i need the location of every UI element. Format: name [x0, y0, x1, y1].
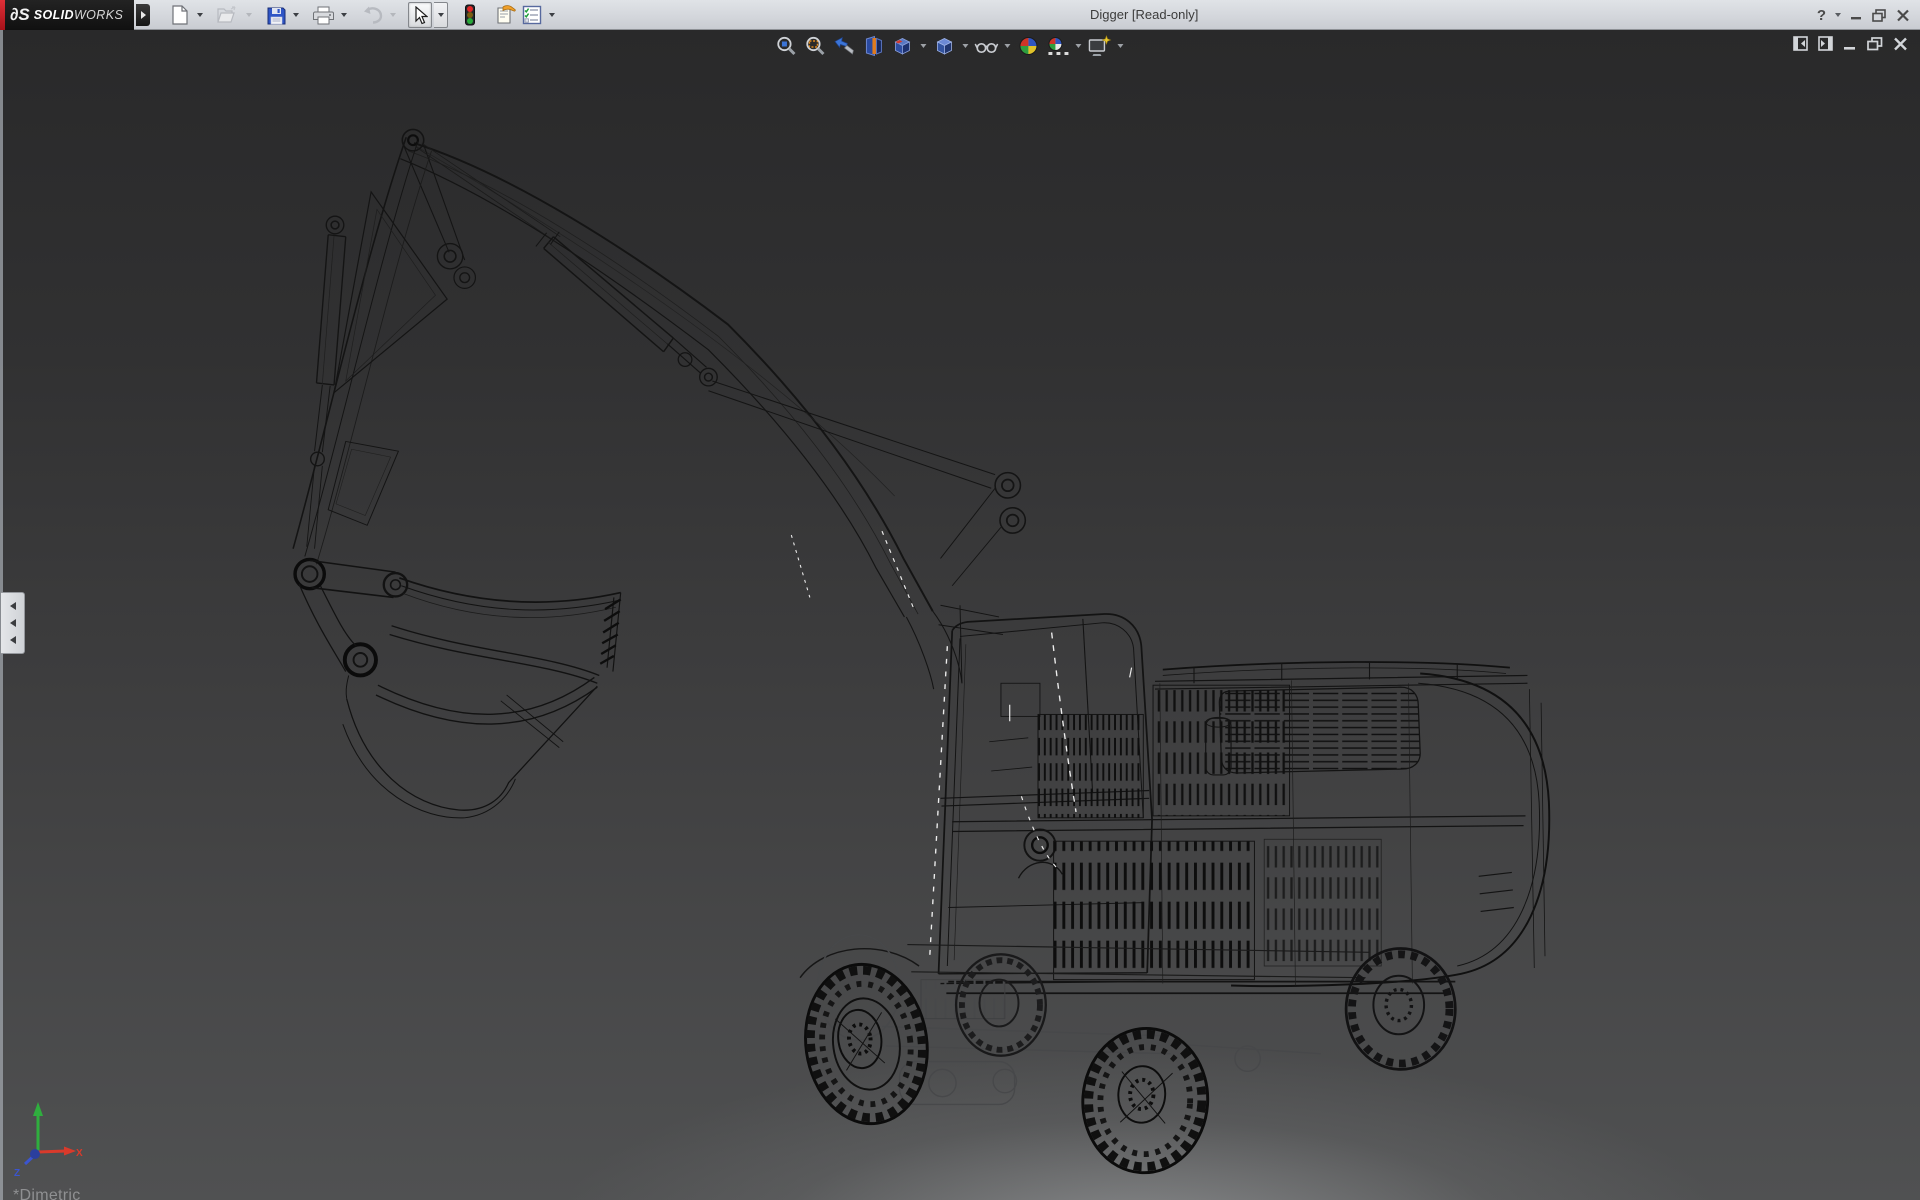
solidworks-logo-glyph: ∂S: [10, 5, 30, 25]
flyout-arrow-icon: [141, 11, 146, 19]
print-dropdown[interactable]: [338, 2, 349, 28]
file-properties-icon: [494, 5, 516, 25]
help-dropdown-icon[interactable]: [1835, 13, 1841, 17]
main-toolbar: [168, 0, 557, 30]
titlebar-controls: ?: [1817, 0, 1910, 30]
window-title: Digger [Read-only]: [1090, 7, 1198, 22]
new-document-button[interactable]: [168, 2, 192, 28]
boom-arm: [293, 129, 933, 617]
options-icon: [522, 5, 542, 25]
engine-body: [939, 605, 1550, 993]
bucket: [295, 559, 621, 817]
save-button[interactable]: [264, 2, 288, 28]
options-button[interactable]: [520, 2, 544, 28]
new-document-icon: [171, 5, 189, 25]
save-dropdown[interactable]: [290, 2, 301, 28]
print-icon: [313, 6, 334, 25]
help-icon[interactable]: ?: [1817, 7, 1826, 24]
svg-text:Z: Z: [14, 1168, 20, 1179]
triad-z-axis: Z: [14, 1149, 40, 1179]
digger-wireframe-model[interactable]: [0, 30, 1920, 1200]
reference-triad: X Z: [8, 1094, 88, 1184]
undo-button[interactable]: [359, 2, 385, 28]
options-dropdown[interactable]: [546, 2, 557, 28]
open-document-dropdown[interactable]: [243, 2, 254, 28]
restore-icon[interactable]: [1872, 9, 1887, 22]
rebuild-traffic-light-icon: [464, 4, 476, 26]
menu-flyout-arrow[interactable]: [136, 4, 150, 26]
hydraulic-cylinders: [307, 143, 1026, 689]
open-document-button[interactable]: [215, 2, 241, 28]
wheel-rear-near: [1078, 1024, 1213, 1177]
solidworks-logo: ∂S SOLIDWORKS: [0, 0, 134, 30]
close-icon[interactable]: [1896, 9, 1910, 22]
new-document-dropdown[interactable]: [194, 2, 205, 28]
solidworks-logo-text: SOLIDWORKS: [34, 8, 123, 22]
wheel-front-near: [795, 956, 937, 1131]
open-folder-icon: [217, 6, 239, 24]
print-button[interactable]: [311, 2, 336, 28]
undo-dropdown[interactable]: [387, 2, 398, 28]
save-floppy-icon: [267, 6, 286, 25]
file-properties-button[interactable]: [492, 2, 518, 28]
view-orientation-label: *Dimetric: [13, 1187, 81, 1200]
titlebar: ∂S SOLIDWORKS: [0, 0, 1920, 30]
svg-text:X: X: [76, 1148, 83, 1159]
brand-red-strip: [0, 0, 5, 30]
select-cursor-icon: [412, 6, 428, 25]
triad-y-axis: [33, 1102, 43, 1152]
undo-icon: [361, 6, 383, 24]
minimize-icon[interactable]: [1850, 9, 1863, 21]
rebuild-button[interactable]: [458, 2, 482, 28]
select-tool-dropdown[interactable]: [434, 2, 448, 28]
select-tool-button[interactable]: [408, 2, 432, 28]
wheel-rear-far: [1346, 948, 1455, 1069]
triad-x-axis: X: [38, 1147, 83, 1160]
graphics-viewport[interactable]: X Z *Dimetric: [0, 30, 1920, 1200]
